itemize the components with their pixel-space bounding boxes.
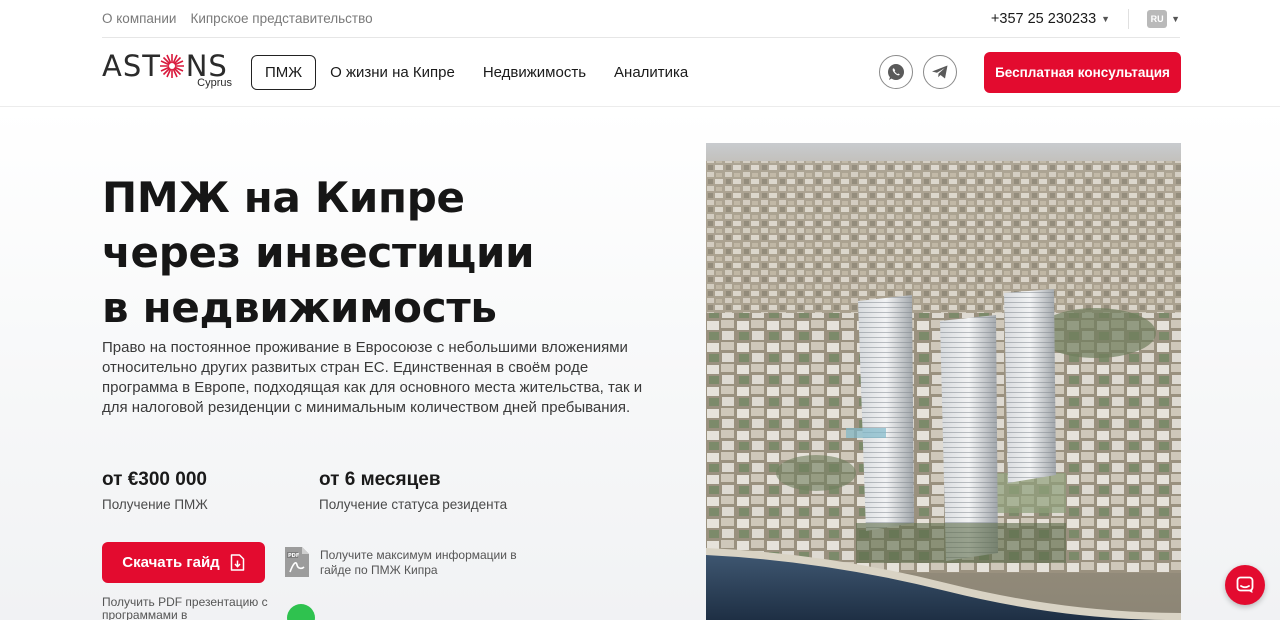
chevron-down-icon: ▼ — [1101, 13, 1111, 24]
phone-dropdown[interactable]: +357 25 230233 ▼ — [991, 11, 1110, 27]
hero-title: ПМЖ на Кипре через инвестиции в недвижим… — [102, 170, 662, 335]
top-bar-right: +357 25 230233 ▼ RU ▼ — [991, 8, 1180, 29]
main-header: AST NS Cyprus ПМЖ О жизни на Кипре Недви… — [0, 39, 1280, 107]
hero-description: Право на постоянное проживание в Евросою… — [102, 339, 643, 416]
chat-bubble-icon — [1236, 576, 1254, 593]
nav-item-real-estate[interactable]: Недвижимость — [483, 64, 586, 81]
stat-investment: от €300 000 Получение ПМЖ — [102, 469, 208, 512]
chevron-down-icon: ▼ — [1171, 13, 1180, 24]
free-consultation-button[interactable]: Бесплатная консультация — [984, 52, 1181, 93]
nav-item-life-in-cyprus[interactable]: О жизни на Кипре — [330, 64, 455, 81]
whatsapp-button[interactable] — [879, 55, 913, 89]
stat-investment-label: Получение ПМЖ — [102, 497, 208, 512]
pdf-presentation-note: Получить PDF презентацию с программами в — [102, 595, 268, 620]
pdf-info-text: Получите максимум информации в гайде по … — [320, 548, 517, 577]
nav-item-pmzh[interactable]: ПМЖ — [251, 55, 317, 90]
language-selector[interactable]: RU ▼ — [1147, 9, 1180, 28]
main-nav: ПМЖ О жизни на Кипре Недвижимость Аналит… — [251, 55, 688, 90]
hero-title-line-2: через инвестиции — [102, 228, 535, 277]
download-guide-button[interactable]: Скачать гайд — [102, 542, 265, 583]
hero-title-line-1: ПМЖ на Кипре — [102, 173, 465, 222]
telegram-button[interactable] — [923, 55, 957, 89]
phone-number: +357 25 230233 — [990, 10, 1097, 27]
download-guide-label: Скачать гайд — [122, 554, 220, 571]
stat-investment-value: от €300 000 — [102, 469, 207, 490]
whatsapp-icon — [888, 64, 904, 80]
hero-title-line-3: в недвижимость — [102, 283, 497, 332]
hero-photo-limassol-towers — [706, 143, 1181, 620]
language-badge: RU — [1147, 9, 1168, 28]
nav-item-analytics[interactable]: Аналитика — [614, 64, 688, 81]
stat-duration: от 6 месяцев Получение статуса резидента — [319, 469, 507, 512]
logo-star-icon — [160, 54, 184, 78]
stat-duration-value: от 6 месяцев — [319, 469, 441, 490]
telegram-icon — [932, 65, 948, 79]
astons-logo[interactable]: AST NS Cyprus — [102, 51, 234, 91]
cyprus-office-link[interactable]: Кипрское представительство — [190, 11, 372, 26]
city-aerial-illustration — [706, 143, 1181, 620]
divider — [1128, 8, 1130, 29]
chat-widget-button[interactable] — [1225, 565, 1265, 605]
download-document-icon — [230, 554, 244, 571]
top-bar: О компании Кипрское представительство +3… — [102, 0, 1180, 38]
stat-duration-label: Получение статуса резидента — [319, 497, 508, 512]
pdf-file-icon: PDF — [285, 547, 309, 577]
about-company-link[interactable]: О компании — [102, 11, 176, 26]
logo-subtitle: Cyprus — [197, 77, 232, 89]
svg-text:PDF: PDF — [288, 553, 299, 559]
